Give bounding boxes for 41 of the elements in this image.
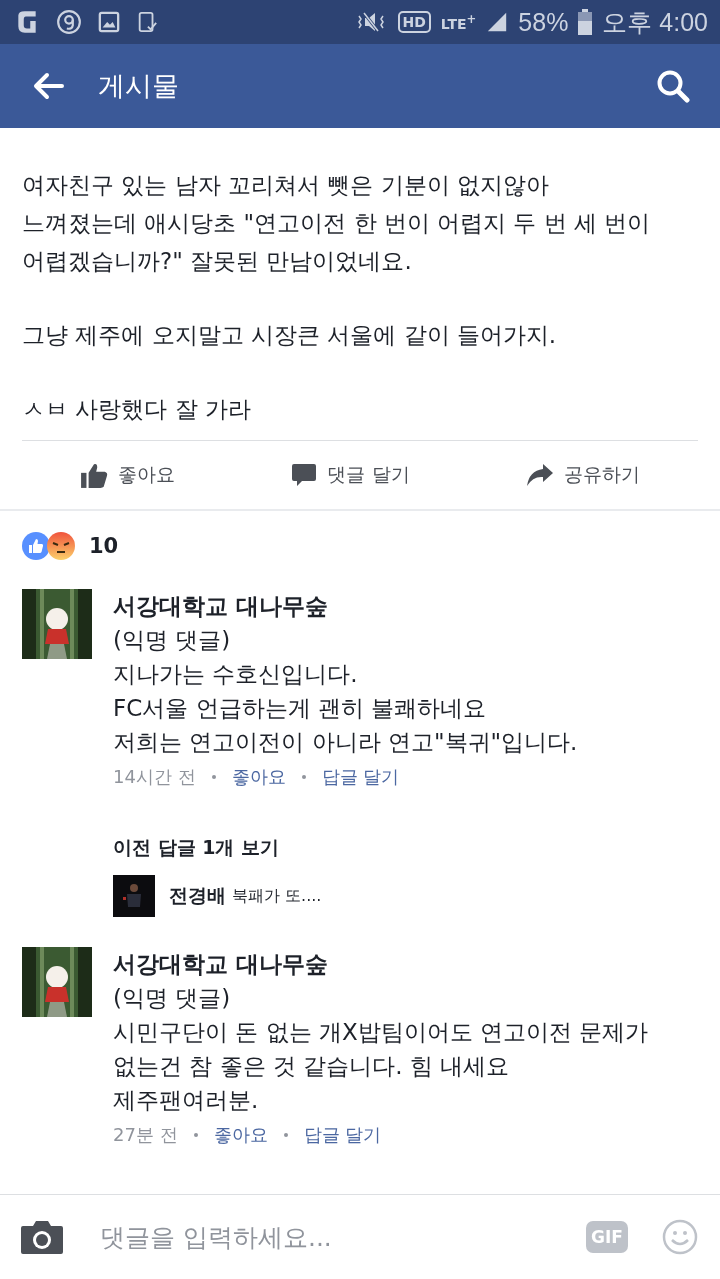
reply-link[interactable]: 답글 달기: [321, 765, 400, 789]
separator-dot: [283, 1133, 288, 1137]
like-link[interactable]: 좋아요: [231, 765, 286, 789]
comment-text: (익명 댓글) 시민구단이 돈 없는 개X밥팀이어도 연고이전 문제가 없는건 참 좋은 것 같습니다. 힘 내세요 제주팬여러분.: [113, 984, 649, 1115]
device-check-icon: [136, 10, 158, 34]
hd-indicator: HD: [397, 11, 431, 33]
comment-time: 27분 전: [113, 1123, 178, 1147]
comment-text: (익명 댓글) 지나가는 수호신입니다. FC서울 언급하는게 괜히 불쾌하네요 저희는 연고이전이 아니라 연고"복귀"입니다.: [113, 626, 578, 757]
signal-icon: [486, 10, 509, 34]
thumbs-up-icon: [80, 461, 109, 489]
reaction-count: 10: [89, 534, 119, 558]
like-link[interactable]: 좋아요: [213, 1123, 268, 1147]
post-text: ㅅㅂ 사랑했다 잘 가라: [22, 395, 252, 424]
reply-link[interactable]: 답글 달기: [303, 1123, 382, 1147]
reply-author[interactable]: 전경배: [169, 883, 226, 909]
image-icon: [98, 11, 120, 33]
clock: 오후 4:00: [602, 6, 708, 38]
like-action-button[interactable]: 좋아요: [80, 461, 176, 489]
angry-face-icon: [47, 532, 75, 560]
speech-bubble-icon: [291, 462, 318, 488]
reply-preview-text: 북패가 또....: [232, 885, 322, 907]
comment-author[interactable]: 서강대학교 대나무숲: [113, 947, 649, 981]
separator-dot: [193, 1133, 198, 1137]
like-reaction-icon: [22, 532, 50, 560]
share-arrow-icon: [525, 463, 554, 487]
share-action-button[interactable]: 공유하기: [525, 462, 640, 488]
post-text: 여자친구 있는 남자 꼬리쳐서 뺏은 기분이 없지않아 느껴졌는데 애시당초 "연고이전 한 번이 어렵지 두 번 세 번이 어렵겠습니까?" 잘못된 만남이었네요.: [22, 171, 652, 276]
network-type: LTE$^{+}$: [440, 12, 477, 32]
battery-percent: 58%: [518, 7, 569, 37]
comment-time: 14시간 전: [113, 765, 196, 789]
battery-icon: [578, 9, 593, 35]
post-text: 그냥 제주에 오지말고 시장큰 서울에 같이 들어가지.: [22, 321, 558, 350]
back-arrow-icon[interactable]: [32, 72, 64, 100]
page-title: 게시물: [98, 69, 180, 103]
separator-dot: [211, 775, 216, 779]
search-icon[interactable]: [656, 69, 690, 103]
comment-action-button[interactable]: 댓글 달기: [291, 462, 410, 488]
comment-author[interactable]: 서강대학교 대나무숲: [113, 589, 578, 623]
separator-dot: [301, 775, 306, 779]
camera-icon[interactable]: [20, 1219, 64, 1255]
previous-replies-link[interactable]: 이전 답글 1개 보기: [113, 835, 280, 861]
